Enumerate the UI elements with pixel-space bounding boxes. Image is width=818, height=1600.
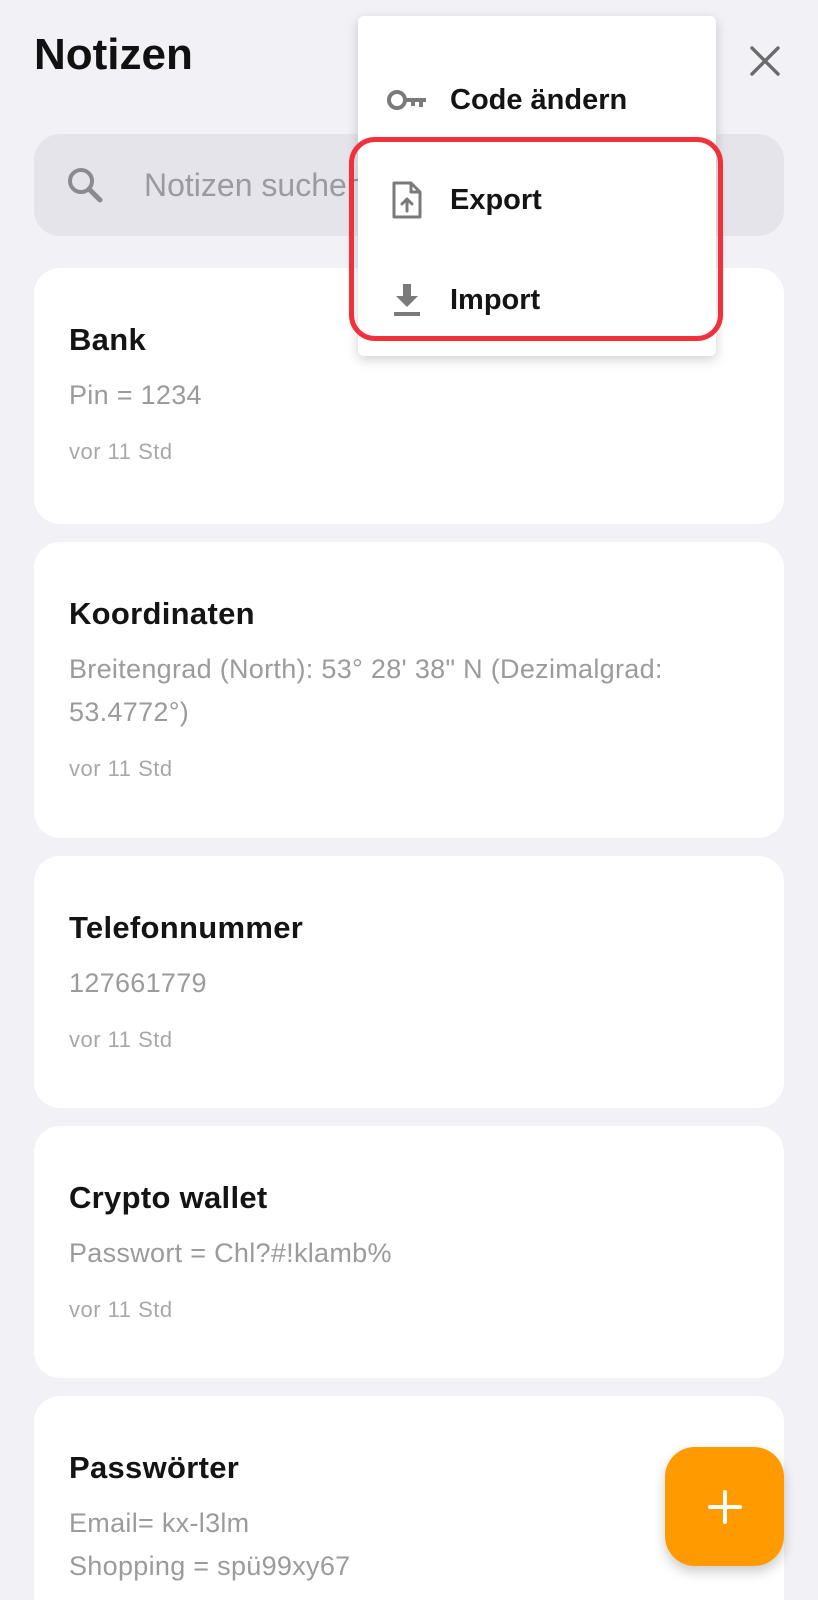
menu-item-import[interactable]: Import [358,250,716,350]
menu-item-label: Code ändern [450,83,628,116]
file-upload-icon [384,177,430,223]
page-title: Notizen [34,30,193,79]
plus-icon [707,1489,742,1524]
add-note-button[interactable] [665,1447,784,1566]
notes-screen: Notizen Bank Pin = 1234 vor 11 Std Koord… [0,0,818,1600]
note-card-crypto-wallet[interactable]: Crypto wallet Passwort = Chl?#!klamb% vo… [34,1126,784,1378]
search-icon [62,162,108,208]
menu-item-label: Export [450,183,542,216]
note-timestamp: vor 11 Std [69,756,173,781]
note-title: Crypto wallet [69,1180,268,1215]
note-title: Koordinaten [69,596,255,631]
menu-item-export[interactable]: Export [358,150,716,250]
note-timestamp: vor 11 Std [69,1027,173,1052]
note-body: Passwort = Chl?#!klamb% [69,1238,392,1268]
download-icon [384,277,430,323]
note-card-telefonnummer[interactable]: Telefonnummer 127661779 vor 11 Std [34,856,784,1108]
key-icon [384,77,430,123]
menu-item-code-aendern[interactable]: Code ändern [358,50,716,150]
note-body: 127661779 [69,968,207,998]
close-icon [750,46,780,76]
menu-item-label: Import [450,283,541,316]
note-title: Telefonnummer [69,910,304,945]
note-body: Pin = 1234 [69,380,202,410]
note-timestamp: vor 11 Std [69,439,173,464]
overflow-menu: Code ändern Export Import [358,16,716,356]
note-body: Breitengrad (North): 53° 28' 38" N (Dezi… [69,654,663,727]
note-card-koordinaten[interactable]: Koordinaten Breitengrad (North): 53° 28'… [34,542,784,838]
close-button[interactable] [742,38,788,84]
note-timestamp: vor 11 Std [69,1297,173,1322]
